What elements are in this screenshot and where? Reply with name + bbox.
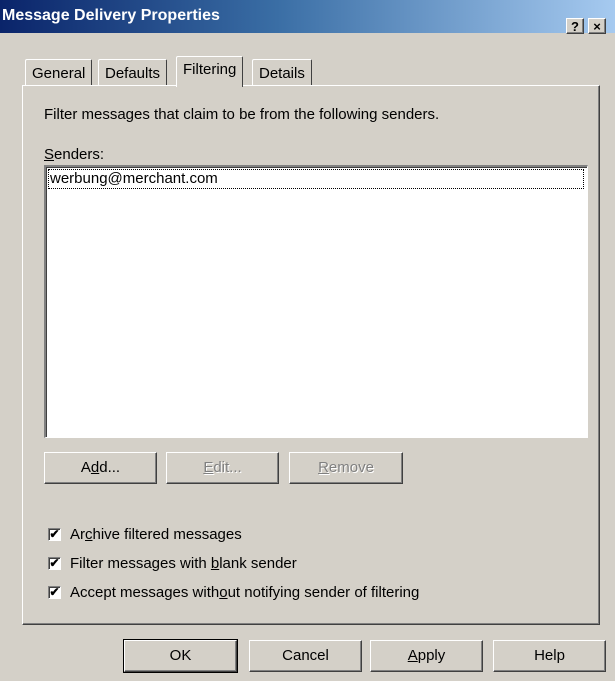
ok-button[interactable]: OK [123, 639, 238, 673]
senders-label-text: enders: [54, 146, 105, 163]
tab-details[interactable]: Details [252, 59, 312, 86]
sender-list-item[interactable]: werbung@merchant.com [48, 169, 584, 189]
edit-button-label: dit... [213, 459, 242, 476]
accept-option-label: Accept messages without notifying sender… [70, 584, 419, 601]
apply-button-label: pply [417, 647, 446, 664]
remove-button[interactable]: Remove [289, 452, 403, 484]
blank-sender-label-accesskey: b [210, 555, 220, 572]
tab-defaults[interactable]: Defaults [98, 59, 168, 86]
tab-filtering[interactable]: Filtering [176, 56, 244, 87]
blank-sender-option-label: Filter messages with blank sender [70, 555, 297, 572]
accept-label-pre: Accept messages with [70, 584, 220, 601]
senders-listbox[interactable]: werbung@merchant.com [44, 165, 588, 438]
accept-label-post: ut notifying sender of filtering [227, 584, 420, 601]
senders-label-accesskey: S [44, 146, 55, 163]
remove-button-accesskey: R [318, 459, 329, 476]
remove-button-label: emove [328, 459, 374, 476]
archive-label-pre: Ar [70, 526, 85, 543]
help-title-button[interactable]: ? [566, 18, 584, 34]
archive-option-label: Archive filtered messages [70, 526, 242, 543]
blank-sender-label-pre: Filter messages with [70, 555, 211, 572]
senders-label: Senders: [44, 146, 104, 163]
add-button[interactable]: Add... [44, 452, 157, 484]
help-button[interactable]: Help [493, 640, 606, 672]
edit-button[interactable]: Edit... [166, 452, 279, 484]
filter-description: Filter messages that claim to be from th… [44, 106, 440, 123]
add-button-label-pre: A [80, 459, 91, 476]
cancel-button[interactable]: Cancel [249, 640, 362, 672]
blank-sender-label-post: lank sender [219, 555, 297, 572]
apply-button[interactable]: Apply [370, 640, 483, 672]
apply-button-accesskey: A [407, 647, 418, 664]
archive-label-accesskey: c [85, 526, 93, 543]
edit-button-accesskey: E [203, 459, 214, 476]
title-bar: Message Delivery Properties [0, 0, 615, 33]
add-button-label-post: d... [99, 459, 121, 476]
tab-general[interactable]: General [25, 59, 93, 86]
window-title: Message Delivery Properties [2, 7, 220, 24]
add-button-accesskey: d [90, 459, 100, 476]
accept-label-accesskey: o [219, 584, 228, 601]
blank-sender-checkbox[interactable]: ✔ [48, 557, 61, 570]
close-title-button[interactable]: × [588, 18, 606, 34]
archive-label-post: hive filtered messages [92, 526, 242, 543]
archive-checkbox[interactable]: ✔ [48, 528, 61, 541]
accept-checkbox[interactable]: ✔ [48, 586, 61, 599]
